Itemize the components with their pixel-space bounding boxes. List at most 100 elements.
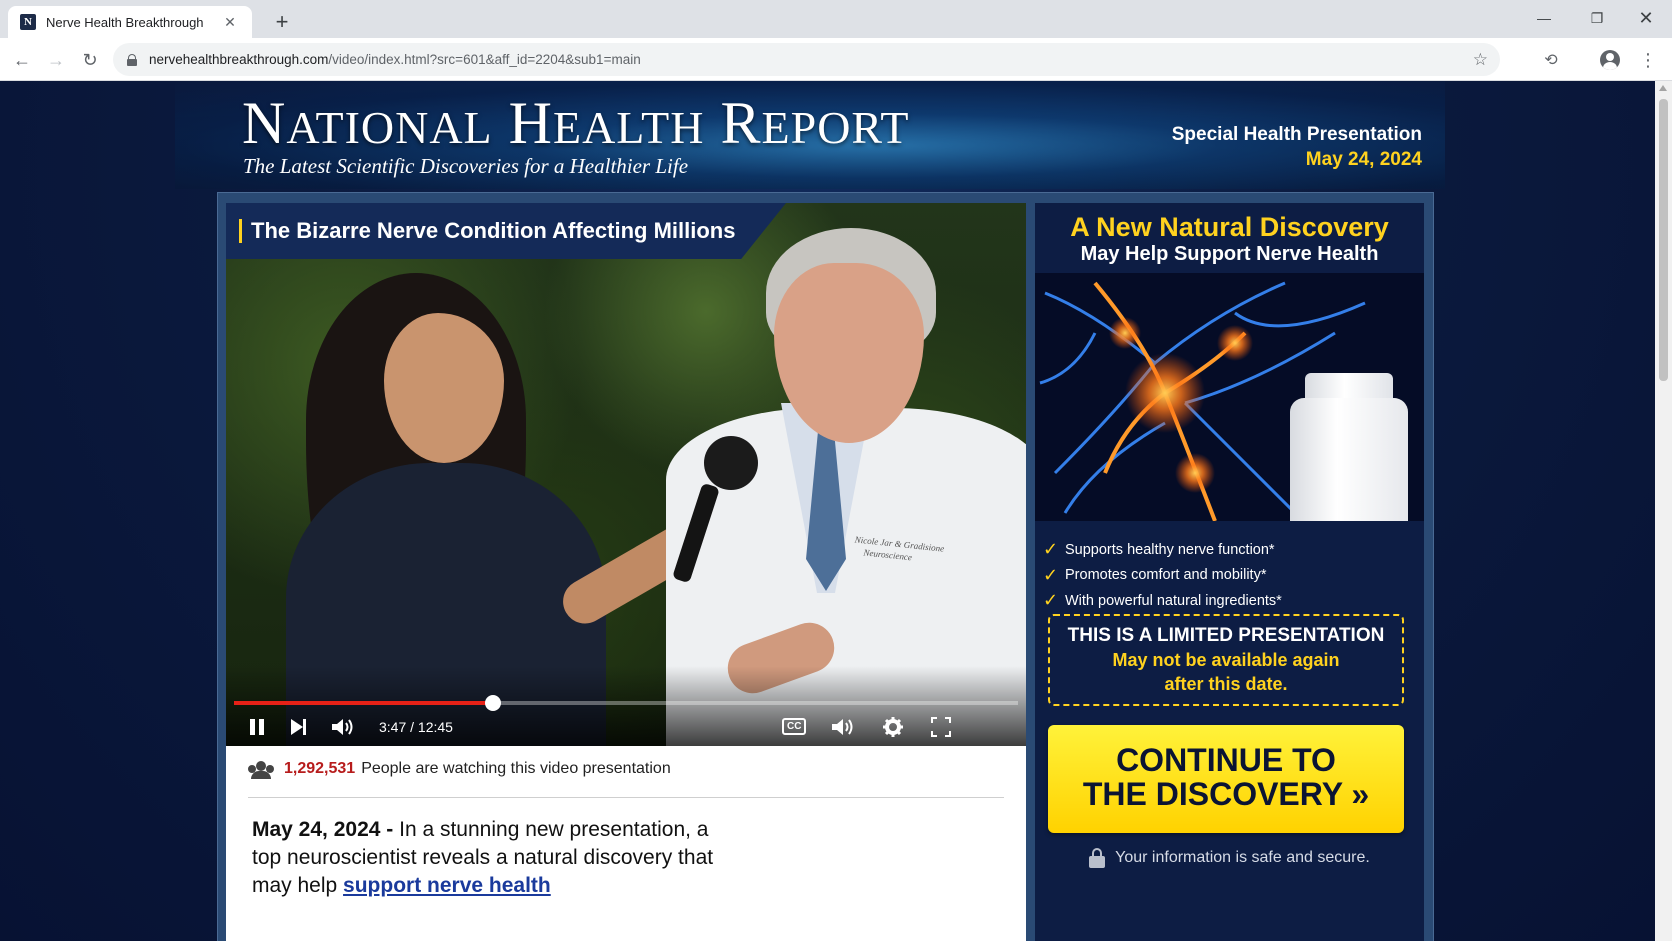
settings-button[interactable]: [882, 716, 904, 738]
next-button[interactable]: [288, 716, 310, 738]
people-icon: [248, 761, 274, 779]
limited-line: after this date.: [1164, 674, 1288, 694]
page-viewport: NATIONAL HEALTH REPORT The Latest Scient…: [0, 81, 1655, 941]
masthead-logo: NATIONAL HEALTH REPORT: [242, 89, 909, 158]
limited-title: THIS IS A LIMITED PRESENTATION: [1067, 625, 1385, 646]
minimize-icon[interactable]: —: [1520, 2, 1568, 34]
bookmark-star-icon[interactable]: ☆: [1473, 50, 1488, 70]
support-nerve-health-link[interactable]: support nerve health: [343, 874, 551, 897]
viewer-count-row: 1,292,531 People are watching this video…: [248, 760, 671, 779]
volume-settings-button[interactable]: [830, 716, 856, 738]
restore-window-icon[interactable]: ❐: [1573, 2, 1621, 34]
volume-button[interactable]: [330, 716, 356, 738]
pause-icon: [250, 719, 264, 735]
continue-to-discovery-button[interactable]: CONTINUE TO THE DISCOVERY »: [1048, 725, 1404, 833]
benefit-item: ✓ Supports healthy nerve function*: [1043, 537, 1282, 563]
url-text: nervehealthbreakthrough.com/video/index.…: [149, 52, 641, 67]
masthead-text: ATIONAL: [286, 102, 493, 153]
captions-icon: CC: [782, 718, 807, 735]
limited-line: May not be available again: [1112, 650, 1340, 670]
url-host: nervehealthbreakthrough.com: [149, 52, 329, 67]
site-favicon-icon: N: [20, 14, 36, 30]
presentation-badge: Special Health Presentation May 24, 2024: [1172, 122, 1422, 172]
video-scrubber-handle[interactable]: [484, 695, 501, 711]
masthead-letter: N: [242, 90, 287, 156]
video-controls: 3:47 / 12:45 CC: [226, 666, 1026, 746]
pause-button[interactable]: [246, 716, 268, 738]
presentation-date: May 24, 2024: [1305, 149, 1422, 170]
video-time: 3:47 / 12:45: [379, 719, 453, 735]
profile-avatar-icon: [1600, 50, 1620, 70]
volume-icon: [332, 719, 353, 735]
microphone-icon: [704, 436, 758, 490]
benefit-text: Supports healthy nerve function*: [1065, 541, 1275, 558]
benefit-item: ✓ Promotes comfort and mobility*: [1043, 563, 1282, 589]
checkmark-icon: ✓: [1043, 539, 1059, 560]
tab-title: Nerve Health Breakthrough: [46, 14, 204, 30]
offer-sidebar: A New Natural Discovery May Help Support…: [1035, 203, 1424, 941]
speaker-icon: [832, 719, 853, 735]
video-title-banner: The Bizarre Nerve Condition Affecting Mi…: [226, 203, 786, 259]
site-header: NATIONAL HEALTH REPORT The Latest Scient…: [175, 81, 1445, 189]
neuron-product-image: [1035, 273, 1424, 521]
benefit-text: With powerful natural ingredients*: [1065, 592, 1282, 609]
benefit-list: ✓ Supports healthy nerve function* ✓ Promo…: [1043, 537, 1282, 614]
browser-toolbar: ← → ↻ nervehealthbreakthrough.com/video/…: [0, 38, 1672, 81]
title-accent-bar: [239, 219, 242, 243]
cta-line: CONTINUE TO: [1116, 742, 1336, 778]
tab-close-icon[interactable]: ✕: [220, 12, 240, 32]
browser-tab-bar: N Nerve Health Breakthrough ✕ + — ❐ ✕: [0, 0, 1672, 38]
checkmark-icon: ✓: [1043, 564, 1059, 585]
article-lead: May 24, 2024 - In a stunning new present…: [252, 816, 732, 900]
back-arrow-icon[interactable]: ←: [8, 46, 36, 74]
offer-subheading: May Help Support Nerve Health: [1080, 243, 1379, 265]
url-path: /video/index.html?src=601&aff_id=2204&su…: [328, 52, 641, 67]
skip-next-icon: [291, 719, 306, 735]
masthead-letter: H: [508, 90, 553, 156]
scrollbar-thumb[interactable]: [1659, 99, 1668, 381]
fullscreen-button[interactable]: [930, 716, 952, 738]
divider: [248, 797, 1004, 798]
benefit-text: Promotes comfort and mobility*: [1065, 567, 1267, 584]
viewer-count-label: People are watching this video presentat…: [361, 760, 671, 777]
supplement-bottle: [1290, 398, 1408, 521]
captions-button[interactable]: CC: [782, 718, 807, 735]
cta-line-text: THE DISCOVERY: [1082, 776, 1343, 812]
benefit-item: ✓ With powerful natural ingredients*: [1043, 588, 1282, 614]
masthead-text: EPORT: [761, 102, 910, 153]
masthead-text: EALTH: [552, 102, 705, 153]
address-bar[interactable]: nervehealthbreakthrough.com/video/index.…: [113, 43, 1500, 76]
browser-menu-icon[interactable]: ⋮: [1634, 46, 1662, 74]
video-player[interactable]: Nicole Jar & Gradisione Neuroscience The…: [226, 203, 1026, 746]
masthead-letter: R: [720, 90, 762, 156]
browser-tab[interactable]: N Nerve Health Breakthrough ✕: [8, 6, 252, 38]
page-scrollbar[interactable]: [1655, 81, 1672, 941]
gear-icon: [883, 717, 903, 737]
checkmark-icon: ✓: [1043, 590, 1059, 611]
sync-icon[interactable]: ⟲: [1537, 46, 1565, 74]
fullscreen-icon: [931, 717, 951, 737]
scroll-up-arrow-icon[interactable]: [1659, 85, 1667, 91]
viewer-count: 1,292,531: [284, 760, 356, 777]
profile-button[interactable]: [1596, 46, 1624, 74]
masthead-tagline: The Latest Scientific Discoveries for a …: [243, 154, 689, 178]
lock-icon: [1089, 848, 1106, 868]
lead-date: May 24, 2024: [252, 818, 381, 841]
new-tab-button[interactable]: +: [268, 8, 296, 36]
presentation-label: Special Health Presentation: [1171, 124, 1422, 145]
video-progress-bar[interactable]: [234, 695, 1018, 711]
offer-heading: A New Natural Discovery: [1070, 212, 1389, 242]
close-window-icon[interactable]: ✕: [1622, 2, 1670, 34]
cta-line: THE DISCOVERY »: [1048, 777, 1404, 811]
limited-presentation-notice: THIS IS A LIMITED PRESENTATION May not b…: [1048, 614, 1404, 706]
secure-lock-icon: [127, 53, 137, 66]
forward-arrow-icon[interactable]: →: [42, 46, 70, 74]
security-note: Your information is safe and secure.: [1035, 848, 1424, 868]
security-text: Your information is safe and secure.: [1115, 849, 1370, 866]
video-title: The Bizarre Nerve Condition Affecting Mi…: [251, 218, 736, 243]
double-chevron-right-icon: »: [1351, 776, 1370, 812]
lead-dash: -: [380, 818, 400, 841]
video-progress-fill: [234, 701, 493, 705]
video-description-panel: 1,292,531 People are watching this video…: [226, 746, 1026, 941]
reload-icon[interactable]: ↻: [76, 46, 104, 74]
